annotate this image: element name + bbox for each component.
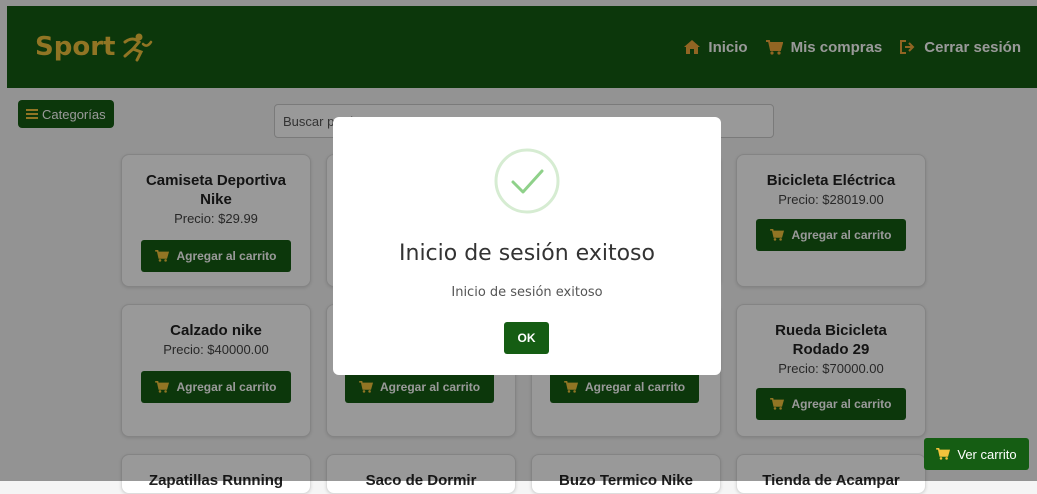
cart-icon [936,448,951,460]
view-cart-button[interactable]: Ver carrito [924,438,1029,470]
dialog-title: Inicio de sesión exitoso [399,241,655,266]
ok-button[interactable]: OK [504,322,549,354]
success-check-icon [494,148,560,214]
success-dialog: Inicio de sesión exitoso Inicio de sesió… [333,117,721,375]
view-cart-label: Ver carrito [957,446,1017,462]
dialog-message: Inicio de sesión exitoso [451,285,603,300]
